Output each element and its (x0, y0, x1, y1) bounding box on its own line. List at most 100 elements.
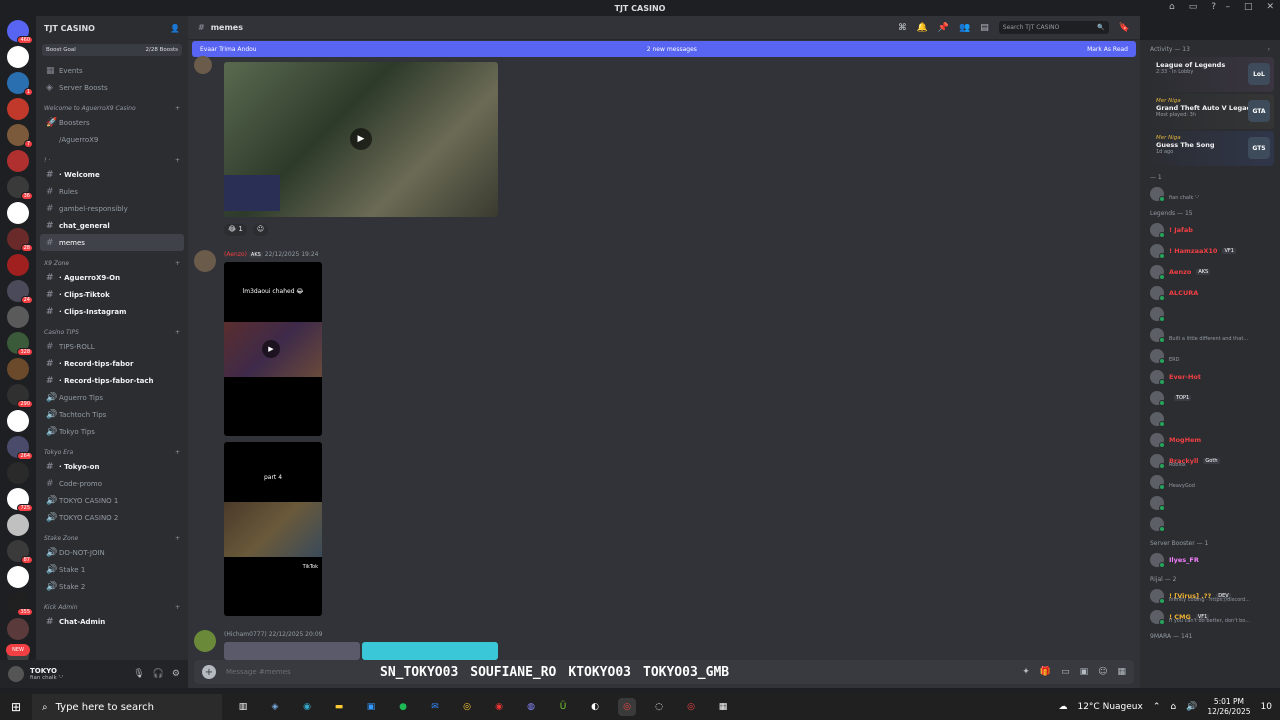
member-item[interactable] (1140, 513, 1280, 534)
task-view-icon[interactable]: ▥ (234, 698, 252, 716)
server-header[interactable]: TJT CASINO 👤 (36, 16, 188, 40)
avatar[interactable] (194, 56, 212, 74)
channel-item[interactable]: 🔊 Tachtoch Tips (36, 406, 188, 423)
activity-card[interactable]: Mer Niga Grand Theft Auto V Legacy Most pl… (1146, 94, 1274, 129)
channel-item[interactable]: # · Clips-Tiktok (36, 286, 188, 303)
member-item[interactable]: HeavyGod (1140, 471, 1280, 492)
server-icon[interactable] (7, 254, 29, 276)
message-author[interactable]: (Aenzo) (224, 251, 247, 258)
spotify-icon[interactable]: ● (394, 698, 412, 716)
channel-item[interactable]: # TIPS-ROLL (36, 338, 188, 355)
emoji-icon[interactable]: ☺ (1098, 667, 1107, 677)
channel-item[interactable]: 🚀 Boosters (36, 114, 188, 131)
channel-item[interactable]: # Rules (36, 183, 188, 200)
channel-item[interactable]: # memes (40, 234, 184, 251)
discord-icon[interactable]: ◍ (522, 698, 540, 716)
video-embed[interactable]: ▶ (224, 62, 498, 217)
network-icon[interactable]: ⌂ (1170, 702, 1176, 712)
headphones-icon[interactable]: 🎧 (153, 669, 164, 679)
server-icon[interactable] (7, 618, 29, 640)
member-item[interactable]: Aenzo AKS (1140, 261, 1280, 282)
activity-card[interactable]: Mer Niga Guess The Song 1d ago GTS (1146, 131, 1274, 166)
plus-icon[interactable]: + (175, 157, 180, 164)
channel-item[interactable]: /AguerroX9 (36, 131, 188, 148)
windows-start-icon[interactable]: ⊞ (0, 694, 32, 720)
gift-icon[interactable]: 🎁 (1040, 667, 1051, 677)
boost-goal[interactable]: Boost Goal 2/28 Boosts (42, 44, 182, 56)
member-item[interactable] (1140, 303, 1280, 324)
copilot-icon[interactable]: ◈ (266, 698, 284, 716)
server-icon[interactable]: 264 (7, 436, 33, 460)
chevron-right-icon[interactable]: › (1268, 46, 1270, 53)
channel-item[interactable]: # · Record-tips-fabor (36, 355, 188, 372)
reaction[interactable]: 😂 1 (224, 224, 247, 236)
server-icon[interactable]: 290 (7, 384, 33, 408)
inbox-icon[interactable]: ▤ (980, 23, 989, 33)
member-item[interactable]: Ever-Hot (1140, 366, 1280, 387)
server-icon[interactable]: 1 (7, 72, 33, 96)
server-icon[interactable] (7, 202, 29, 224)
member-item[interactable]: Ilyes_FR (1140, 549, 1280, 570)
channel-item[interactable]: # · Tokyo-on (36, 458, 188, 475)
plus-icon[interactable]: + (175, 105, 180, 112)
avatar[interactable] (194, 250, 216, 272)
server-icon[interactable] (7, 150, 29, 172)
server-icon[interactable]: 355 (7, 592, 33, 616)
channel-item[interactable]: 🔊 DO-NOT-JOIN (36, 544, 188, 561)
server-icon[interactable]: 28 (7, 228, 33, 252)
chrome-icon[interactable]: ◎ (458, 698, 476, 716)
minimize-button[interactable]: – (1225, 2, 1230, 12)
notifications-badge[interactable]: 10 (1261, 702, 1272, 712)
new-badge[interactable]: NEW (6, 644, 30, 656)
mic-icon[interactable]: 🎙 (133, 669, 144, 679)
server-icon[interactable]: 7 (7, 124, 33, 148)
channel-item[interactable]: 🔊 Tokyo Tips (36, 423, 188, 440)
channel-item[interactable]: 🔊 TOKYO CASINO 1 (36, 492, 188, 509)
weather-text[interactable]: 12°C Nuageux (1077, 702, 1142, 712)
apps-icon[interactable]: ▦ (1117, 667, 1126, 677)
plus-icon[interactable]: + (175, 260, 180, 267)
gif-icon[interactable]: ▭ (1061, 667, 1070, 677)
server-icon[interactable] (7, 410, 29, 432)
member-item[interactable]: Brackyll Goth Roblox (1140, 450, 1280, 471)
avatar[interactable] (194, 630, 216, 652)
image-attachment[interactable] (224, 642, 360, 660)
member-item[interactable]: Built a little different and that... (1140, 324, 1280, 345)
channel-item[interactable]: # chat_general (36, 217, 188, 234)
member-item[interactable]: ERD (1140, 345, 1280, 366)
avatar[interactable] (8, 666, 24, 682)
server-icon[interactable]: 328 (7, 332, 33, 356)
steam-icon[interactable]: ◐ (586, 698, 604, 716)
plus-icon[interactable]: + (175, 329, 180, 336)
taskbar-search[interactable]: ⌕ Type here to search (32, 694, 222, 720)
bookmark-icon[interactable]: 🔖 (1119, 23, 1130, 33)
mark-as-read-button[interactable]: Mark As Read (1087, 46, 1128, 53)
channel-item[interactable]: # gambel-responsibly (36, 200, 188, 217)
maximize-button[interactable]: □ (1244, 2, 1253, 12)
activity-card[interactable]: League of Legends 2:33 · In Lobby LoL (1146, 57, 1274, 92)
server-icon[interactable]: 460 (7, 20, 33, 44)
channel-item[interactable]: 🔊 Aguerro Tips (36, 389, 188, 406)
channel-item[interactable]: # · Record-tips-fabor-tach (36, 372, 188, 389)
tiktok-video[interactable]: part 4 TikTok (224, 442, 322, 616)
weather-icon[interactable]: ☁ (1058, 702, 1067, 712)
edge-icon[interactable]: ◉ (298, 698, 316, 716)
message-author[interactable]: (Hicham0777) (224, 631, 267, 638)
calculator-icon[interactable]: ▦ (714, 698, 732, 716)
close-button[interactable]: ✕ (1266, 2, 1274, 12)
message-input[interactable]: Message #memes (226, 668, 291, 676)
server-icon[interactable]: 36 (7, 176, 33, 200)
mail-icon[interactable]: ✉ (426, 698, 444, 716)
member-item[interactable]: ! [Virus] .?? DEV infinity coding · https:… (1140, 585, 1280, 606)
member-item[interactable]: fian chalk '-' (1140, 183, 1280, 204)
channel-item[interactable]: # Code-promo (36, 475, 188, 492)
member-item[interactable]: ! Jafab (1140, 219, 1280, 240)
server-icon[interactable]: 725 (7, 488, 33, 512)
category-header[interactable]: Welcome to AguerroX9 Casino + (36, 96, 188, 114)
channel-item[interactable]: 🔊 Stake 2 (36, 578, 188, 595)
search-input[interactable]: Search TJT CASINO 🔍 (998, 21, 1109, 34)
boost-icon[interactable]: ✦ (1022, 667, 1030, 677)
tray-arrow-icon[interactable]: ⌃ (1153, 702, 1161, 712)
members-icon[interactable]: 👥 (959, 23, 970, 33)
volume-icon[interactable]: 🔊 (1186, 702, 1197, 712)
